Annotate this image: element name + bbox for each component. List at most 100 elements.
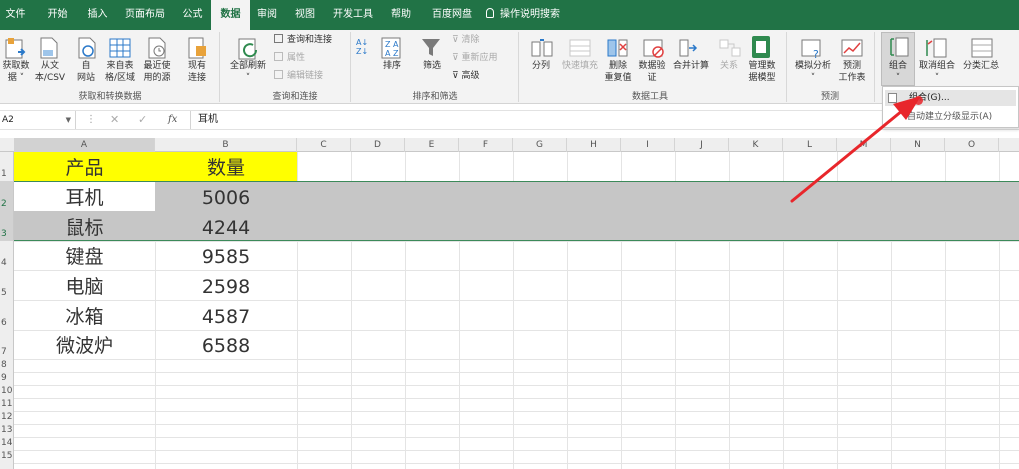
tab-insert[interactable]: 插入 bbox=[79, 0, 116, 30]
row-header-14[interactable]: 14 bbox=[0, 437, 14, 450]
column-header-k[interactable]: K bbox=[729, 138, 783, 152]
lightbulb-icon bbox=[486, 8, 494, 18]
manage-data-model-button[interactable]: 管理数 据模型 bbox=[744, 60, 780, 84]
enter-icon[interactable]: ✓ bbox=[138, 111, 147, 129]
row-header-12[interactable]: 12 bbox=[0, 411, 14, 424]
edit-links-button[interactable]: 编辑链接 bbox=[274, 70, 323, 82]
row-header-8[interactable]: 8 bbox=[0, 359, 14, 372]
column-header-g[interactable]: G bbox=[513, 138, 567, 152]
row-header-3[interactable]: 3 bbox=[0, 211, 14, 241]
cell-a2[interactable]: 耳机 bbox=[14, 181, 155, 211]
gridline bbox=[14, 424, 1019, 425]
from-text-csv-button[interactable]: 从文 本/CSV bbox=[32, 60, 68, 84]
clear-button[interactable]: ⊽ 清除 bbox=[452, 34, 479, 46]
cell-b7[interactable]: 6588 bbox=[155, 330, 297, 359]
from-table-range-button[interactable]: 来自表 格/区域 bbox=[102, 60, 138, 84]
tab-baidu-netdisk[interactable]: 百度网盘 bbox=[424, 0, 480, 30]
row-header-10[interactable]: 10 bbox=[0, 385, 14, 398]
group-label-queries: 查询和连接 bbox=[272, 92, 318, 102]
tell-me-search[interactable]: 操作说明搜索 bbox=[486, 0, 576, 30]
row-header-4[interactable]: 4 bbox=[0, 241, 14, 270]
tab-data[interactable]: 数据 bbox=[211, 0, 250, 30]
flash-fill-button[interactable]: 快速填充 bbox=[558, 60, 602, 72]
text-to-columns-button[interactable]: 分列 bbox=[526, 60, 556, 72]
group-button[interactable]: 组合 ˅ bbox=[881, 32, 915, 86]
column-header-i[interactable]: I bbox=[621, 138, 675, 152]
gridline bbox=[14, 359, 1019, 360]
cancel-icon[interactable]: ✕ bbox=[110, 111, 119, 129]
row-header-13[interactable]: 13 bbox=[0, 424, 14, 437]
consolidate-button[interactable]: 合并计算 bbox=[670, 60, 712, 72]
column-header-b[interactable]: B bbox=[155, 138, 297, 152]
tab-developer[interactable]: 开发工具 bbox=[326, 0, 380, 30]
from-web-button[interactable]: 自 网站 bbox=[72, 60, 100, 84]
what-if-analysis-icon: ? bbox=[801, 39, 821, 60]
forecast-sheet-icon bbox=[841, 39, 863, 57]
cell-b3[interactable]: 4244 bbox=[155, 211, 297, 241]
row-header-5[interactable]: 5 bbox=[0, 270, 14, 300]
row-header-6[interactable]: 6 bbox=[0, 300, 14, 330]
queries-connections-button[interactable]: 查询和连接 bbox=[274, 34, 332, 46]
refresh-all-button[interactable]: 全部刷新 ˅ bbox=[226, 60, 270, 84]
cell-a3[interactable]: 鼠标 bbox=[14, 211, 155, 241]
data-validation-button[interactable]: 数据验 证 bbox=[636, 60, 668, 84]
column-header-j[interactable]: J bbox=[675, 138, 729, 152]
insert-function-icon[interactable]: fx bbox=[168, 111, 177, 129]
remove-duplicates-button[interactable]: 删除 重复值 bbox=[602, 60, 634, 84]
tab-file[interactable]: 文件 bbox=[0, 0, 31, 30]
column-header-f[interactable]: F bbox=[459, 138, 513, 152]
formula-separator bbox=[190, 111, 191, 129]
existing-connections-icon bbox=[188, 37, 206, 59]
cell-a5[interactable]: 电脑 bbox=[14, 270, 155, 300]
tab-help[interactable]: 帮助 bbox=[384, 0, 418, 30]
row-header-11[interactable]: 11 bbox=[0, 398, 14, 411]
cell-b5[interactable]: 2598 bbox=[155, 270, 297, 300]
tab-review[interactable]: 审阅 bbox=[252, 0, 282, 30]
row-header-1[interactable]: 1 bbox=[0, 152, 14, 181]
cell-a4[interactable]: 键盘 bbox=[14, 241, 155, 270]
relationships-button[interactable]: 关系 bbox=[714, 60, 744, 72]
cell-a7[interactable]: 微波炉 bbox=[14, 330, 155, 359]
tell-me-label: 操作说明搜索 bbox=[500, 9, 560, 20]
cell-b4[interactable]: 9585 bbox=[155, 241, 297, 270]
gridline bbox=[14, 398, 1019, 399]
row-header-15[interactable]: 15 bbox=[0, 450, 14, 463]
sort-button[interactable]: 排序 bbox=[378, 60, 406, 72]
cell-b6[interactable]: 4587 bbox=[155, 300, 297, 330]
cell-b2[interactable]: 5006 bbox=[155, 181, 297, 211]
subtotal-button[interactable]: 分类汇总 bbox=[960, 60, 1002, 72]
properties-button[interactable]: 属性 bbox=[274, 52, 305, 64]
name-box-value: A2 bbox=[2, 115, 14, 125]
column-header-e[interactable]: E bbox=[405, 138, 459, 152]
existing-connections-button[interactable]: 现有 连接 bbox=[180, 60, 214, 84]
row-header-16[interactable] bbox=[0, 463, 14, 469]
svg-text:Z A: Z A bbox=[385, 40, 399, 49]
column-header-a[interactable]: A bbox=[14, 138, 155, 152]
group-label-get-transform: 获取和转换数据 bbox=[78, 92, 142, 102]
cell-b1[interactable]: 数量 bbox=[155, 152, 297, 181]
column-header-h[interactable]: H bbox=[567, 138, 621, 152]
tab-page-layout[interactable]: 页面布局 bbox=[119, 0, 171, 30]
get-data-button[interactable]: 获取数 据 ˅ bbox=[0, 60, 32, 84]
tab-home[interactable]: 开始 bbox=[39, 0, 76, 30]
name-box[interactable]: A2 ▼ bbox=[0, 111, 76, 129]
column-header-c[interactable]: C bbox=[297, 138, 351, 152]
row-header-7[interactable]: 7 bbox=[0, 330, 14, 359]
gridline bbox=[14, 437, 1019, 438]
cell-a6[interactable]: 冰箱 bbox=[14, 300, 155, 330]
reapply-button[interactable]: ⊽ 重新应用 bbox=[452, 52, 497, 64]
cell-a1[interactable]: 产品 bbox=[14, 152, 155, 181]
relationships-icon bbox=[719, 39, 741, 57]
formula-input[interactable]: 耳机 bbox=[198, 111, 218, 129]
column-header-o[interactable]: O bbox=[945, 138, 999, 152]
arrow-shaft bbox=[790, 104, 910, 203]
row-header-2[interactable]: 2 bbox=[0, 181, 14, 211]
tab-formulas[interactable]: 公式 bbox=[174, 0, 211, 30]
tab-view[interactable]: 视图 bbox=[290, 0, 320, 30]
filter-button[interactable]: 筛选 bbox=[418, 60, 446, 72]
column-header-d[interactable]: D bbox=[351, 138, 405, 152]
sort-az-icon: A↓ Z↓ bbox=[356, 38, 369, 56]
row-header-9[interactable]: 9 bbox=[0, 372, 14, 385]
advanced-button[interactable]: ⊽ 高级 bbox=[452, 70, 479, 82]
recent-sources-button[interactable]: 最近使 用的源 bbox=[140, 60, 174, 84]
